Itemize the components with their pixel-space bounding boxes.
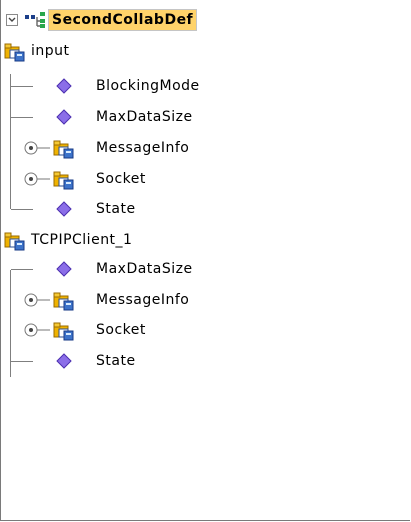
folder-icon (4, 43, 25, 62)
tree-node-label: State (96, 201, 136, 217)
field-diamond-icon (56, 109, 72, 125)
root-node-label[interactable]: SecondCollabDef (48, 9, 198, 31)
tree-node-messageinfo[interactable]: MessageInfo (0, 134, 411, 162)
field-diamond-icon (56, 201, 72, 217)
tree-node-messageinfo[interactable]: MessageInfo (0, 286, 411, 314)
tree-leaf-maxdatasize[interactable]: MaxDataSize (0, 103, 411, 131)
tree-node-label: MaxDataSize (96, 109, 193, 125)
tree-branch-line (11, 269, 33, 270)
tree-row-root[interactable]: SecondCollabDef (0, 6, 411, 34)
tree-branch-line (11, 117, 33, 118)
folder-icon (53, 292, 74, 311)
tree-leaf-maxdatasize[interactable]: MaxDataSize (0, 255, 411, 283)
tree-branch-line (11, 86, 33, 87)
tree-node-label: Socket (96, 171, 146, 187)
tree-node-socket[interactable]: Socket (0, 316, 411, 344)
tree-node-label: Socket (96, 322, 146, 338)
tree-node-label: input (31, 43, 70, 59)
tree-node-label: TCPIPClient_1 (31, 232, 133, 248)
collaboration-tree: SecondCollabDef input BlockingMode MaxDa… (0, 0, 411, 522)
field-diamond-icon (56, 78, 72, 94)
tree-node-label: MessageInfo (96, 292, 190, 308)
tree-node-input[interactable]: input (0, 37, 411, 65)
tree-node-tcpipclient[interactable]: TCPIPClient_1 (0, 226, 411, 254)
tree-branch-line (11, 209, 33, 210)
tree-node-label: MessageInfo (96, 140, 190, 156)
expand-handle-icon[interactable] (24, 141, 50, 155)
field-diamond-icon (56, 353, 72, 369)
field-diamond-icon (56, 261, 72, 277)
folder-icon (4, 232, 25, 251)
folder-icon (53, 322, 74, 341)
tree-leaf-state[interactable]: State (0, 347, 411, 375)
tree-node-socket[interactable]: Socket (0, 165, 411, 193)
folder-icon (53, 171, 74, 190)
expand-handle-icon[interactable] (24, 323, 50, 337)
tree-leaf-blockingmode[interactable]: BlockingMode (0, 72, 411, 100)
folder-icon (53, 140, 74, 159)
tree-node-label: State (96, 353, 136, 369)
collapse-toggle-icon[interactable] (6, 14, 18, 26)
expand-handle-icon[interactable] (24, 293, 50, 307)
tree-node-label: MaxDataSize (96, 261, 193, 277)
tree-node-label: BlockingMode (96, 78, 200, 94)
collaboration-root-icon (25, 12, 45, 28)
tree-leaf-state[interactable]: State (0, 195, 411, 223)
tree-branch-line (11, 361, 33, 362)
expand-handle-icon[interactable] (24, 172, 50, 186)
